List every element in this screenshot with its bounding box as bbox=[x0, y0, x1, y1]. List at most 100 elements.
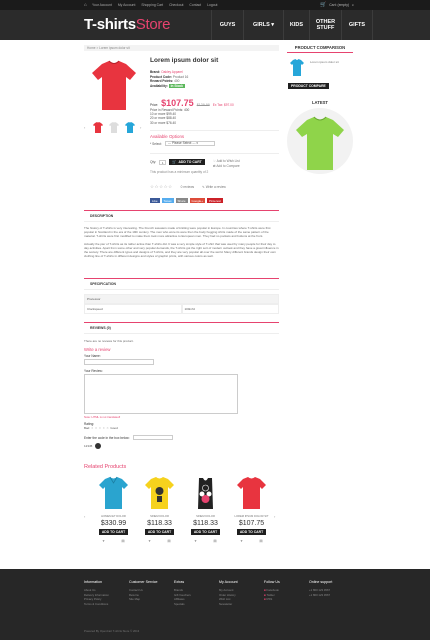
write-review-link[interactable]: ✎ Write a review bbox=[202, 185, 226, 189]
review-text-input[interactable] bbox=[84, 374, 238, 414]
description-paragraph: Actually the pier of T-shirts as its rat… bbox=[84, 242, 279, 258]
top-link-my-account[interactable]: My Account bbox=[118, 3, 136, 7]
google-plus-button[interactable]: Google+ bbox=[189, 198, 205, 203]
footer-column-customer-service: Customer Service Contact Us Returns Site… bbox=[129, 580, 169, 602]
quantity-discounts: Price in Reward Points: 400 10 or more $… bbox=[150, 108, 190, 125]
reviews-count-link[interactable]: 0 reviews bbox=[181, 185, 194, 189]
product-image[interactable] bbox=[186, 474, 225, 512]
search-icon[interactable]: ⌕ bbox=[352, 3, 354, 7]
rating-radio[interactable]: ○ bbox=[103, 426, 105, 430]
related-product-card[interactable]: SINEM DOLOR $118.33 ADD TO CART ♥ ▤ bbox=[186, 474, 225, 559]
brand-link[interactable]: Oakley Apparel bbox=[161, 70, 183, 74]
quantity-input[interactable]: 1 bbox=[159, 159, 167, 165]
footer-column-my-account: My Account My Account Order History Wish… bbox=[219, 580, 259, 606]
nav-girls[interactable]: GIRLS ▾ bbox=[243, 10, 283, 40]
top-link-account[interactable]: Your Account bbox=[92, 3, 112, 7]
add-to-cart-button[interactable]: 🛒 ADD TO CART bbox=[169, 159, 205, 165]
pinterest-button[interactable]: Pinterest bbox=[206, 198, 223, 203]
add-to-cart-button[interactable]: ADD TO CART bbox=[236, 529, 267, 535]
top-link-contact[interactable]: Contact bbox=[189, 3, 201, 7]
footer-link[interactable]: Specials bbox=[174, 602, 214, 607]
rating-stars: ☆☆☆☆☆ bbox=[150, 184, 173, 189]
chevron-right-icon[interactable]: › bbox=[140, 125, 144, 130]
specification-heading[interactable]: SPECIFICATION bbox=[84, 279, 279, 290]
cart-icon: 🛒 bbox=[172, 160, 177, 164]
logo[interactable]: T-shirtsStore bbox=[84, 16, 170, 33]
footer-phone: +1 800 123 4567 bbox=[309, 592, 331, 597]
add-to-cart-button[interactable]: ADD TO CART bbox=[190, 529, 221, 535]
rating-radios: Bad ○ ○ ○ ○ ○ Good bbox=[84, 426, 118, 430]
captcha-input[interactable] bbox=[132, 435, 173, 440]
footer-link[interactable]: Newsletter bbox=[219, 602, 259, 607]
add-to-cart-button[interactable]: ADD TO CART bbox=[98, 529, 129, 535]
description-paragraph: The history of T-shirts is very interest… bbox=[84, 226, 271, 238]
chevron-left-icon[interactable]: ‹ bbox=[84, 125, 88, 130]
review-name-input[interactable] bbox=[84, 359, 154, 365]
chevron-right-icon[interactable]: › bbox=[274, 514, 275, 519]
latest-product-image[interactable] bbox=[287, 108, 353, 174]
reviews-heading[interactable]: REVIEWS (0) bbox=[84, 323, 279, 334]
option-select[interactable]: --- Please Select --- ▾ bbox=[164, 141, 215, 146]
price-current: $107.75 bbox=[161, 98, 194, 108]
description-heading[interactable]: DESCRIPTION bbox=[84, 211, 279, 222]
related-product-card[interactable]: LOREM IPSUM DOLOR SIT $107.75 ADD TO CAR… bbox=[232, 474, 271, 559]
footer-link[interactable]: Terms & Conditions bbox=[84, 602, 124, 607]
wishlist-icon[interactable]: ♥ bbox=[194, 539, 196, 543]
nav-gifts[interactable]: GIFTS bbox=[341, 10, 373, 40]
cart-label[interactable]: Cart: (empty) bbox=[329, 3, 349, 7]
rating-radio[interactable]: ○ bbox=[91, 426, 93, 430]
wishlist-icon[interactable]: ♥ bbox=[102, 539, 104, 543]
buy-row: Qty: 1 🛒 ADD TO CART bbox=[150, 159, 205, 165]
footer-link[interactable]: ■ RSS bbox=[264, 597, 304, 602]
compare-item-image[interactable] bbox=[288, 57, 306, 78]
product-main-image[interactable] bbox=[84, 56, 144, 116]
nav-kids[interactable]: KIDS bbox=[283, 10, 309, 40]
compare-icon[interactable]: ▤ bbox=[213, 539, 216, 543]
related-products: ‹ › HOMEM ET DOLOR $330.99 ADD TO CART ♥… bbox=[84, 474, 279, 559]
compare-item-name[interactable]: Lorem ipsum dolor sit bbox=[310, 60, 339, 64]
continue-button[interactable] bbox=[95, 443, 102, 449]
compare-link[interactable]: ⇄ Add to Compare bbox=[213, 164, 240, 169]
compare-icon[interactable]: ▤ bbox=[167, 539, 170, 543]
tweet-button[interactable]: Tweet bbox=[161, 198, 174, 203]
facebook-like-button[interactable]: Like bbox=[150, 198, 160, 203]
product-image[interactable] bbox=[94, 474, 133, 512]
footer-link[interactable]: Site Map bbox=[129, 597, 169, 602]
product-title: Lorem ipsum dolor sit bbox=[150, 57, 219, 64]
rating-radio[interactable]: ○ bbox=[99, 426, 101, 430]
compare-icon[interactable]: ▤ bbox=[121, 539, 124, 543]
nav-other-stuff[interactable]: OTHER STUFF bbox=[309, 10, 341, 40]
breadcrumb[interactable]: Home > Lorem ipsum dolor sit bbox=[84, 45, 279, 51]
spec-group: Processor bbox=[84, 294, 279, 304]
thumbnail-white[interactable] bbox=[108, 121, 120, 134]
cart-icon[interactable]: 🛒 bbox=[320, 2, 326, 8]
related-products-title: Related Products bbox=[84, 464, 127, 470]
share-button[interactable]: Share bbox=[175, 198, 188, 203]
price-block: Price: $107.75 $139.99 Ex Tax: $97.00 bbox=[150, 98, 234, 108]
top-link-logout[interactable]: Logout bbox=[207, 3, 217, 7]
compare-icon[interactable]: ▤ bbox=[259, 539, 262, 543]
site-footer: Information About Us Delivery Informatio… bbox=[0, 569, 430, 640]
product-image[interactable] bbox=[140, 474, 179, 512]
rating-radio[interactable]: ○ bbox=[95, 426, 97, 430]
product-image[interactable] bbox=[232, 474, 271, 512]
rating-radio[interactable]: ○ bbox=[107, 426, 109, 430]
top-link-cart[interactable]: Shopping Cart bbox=[141, 3, 163, 7]
description-section: DESCRIPTION The history of T-shirts is v… bbox=[84, 210, 279, 268]
home-icon[interactable]: ⌂ bbox=[84, 2, 87, 7]
chevron-left-icon[interactable]: ‹ bbox=[84, 514, 85, 519]
thumbnail-blue[interactable] bbox=[124, 121, 136, 134]
reviews-section: REVIEWS (0) There are no reviews for thi… bbox=[84, 322, 279, 452]
related-product-card[interactable]: HOMEM ET DOLOR $330.99 ADD TO CART ♥ ▤ bbox=[94, 474, 133, 559]
nav-guys[interactable]: GUYS bbox=[211, 10, 243, 40]
related-product-card[interactable]: SINEM DOLOR $118.33 ADD TO CART ♥ ▤ bbox=[140, 474, 179, 559]
top-link-checkout[interactable]: Checkout bbox=[169, 3, 183, 7]
rating-row: ☆☆☆☆☆ 0 reviews ✎ Write a review bbox=[150, 184, 226, 190]
min-quantity-note: This product has a minimum quantity of 2 bbox=[150, 170, 209, 174]
wishlist-icon[interactable]: ♥ bbox=[148, 539, 150, 543]
thumbnail-red[interactable] bbox=[92, 121, 104, 134]
footer-column-follow-us: Follow Us ■ Facebook ■ Twitter ■ RSS bbox=[264, 580, 304, 602]
add-to-cart-button[interactable]: ADD TO CART bbox=[144, 529, 175, 535]
wishlist-icon[interactable]: ♥ bbox=[240, 539, 242, 543]
product-compare-button[interactable]: PRODUCT COMPARE bbox=[288, 83, 329, 89]
